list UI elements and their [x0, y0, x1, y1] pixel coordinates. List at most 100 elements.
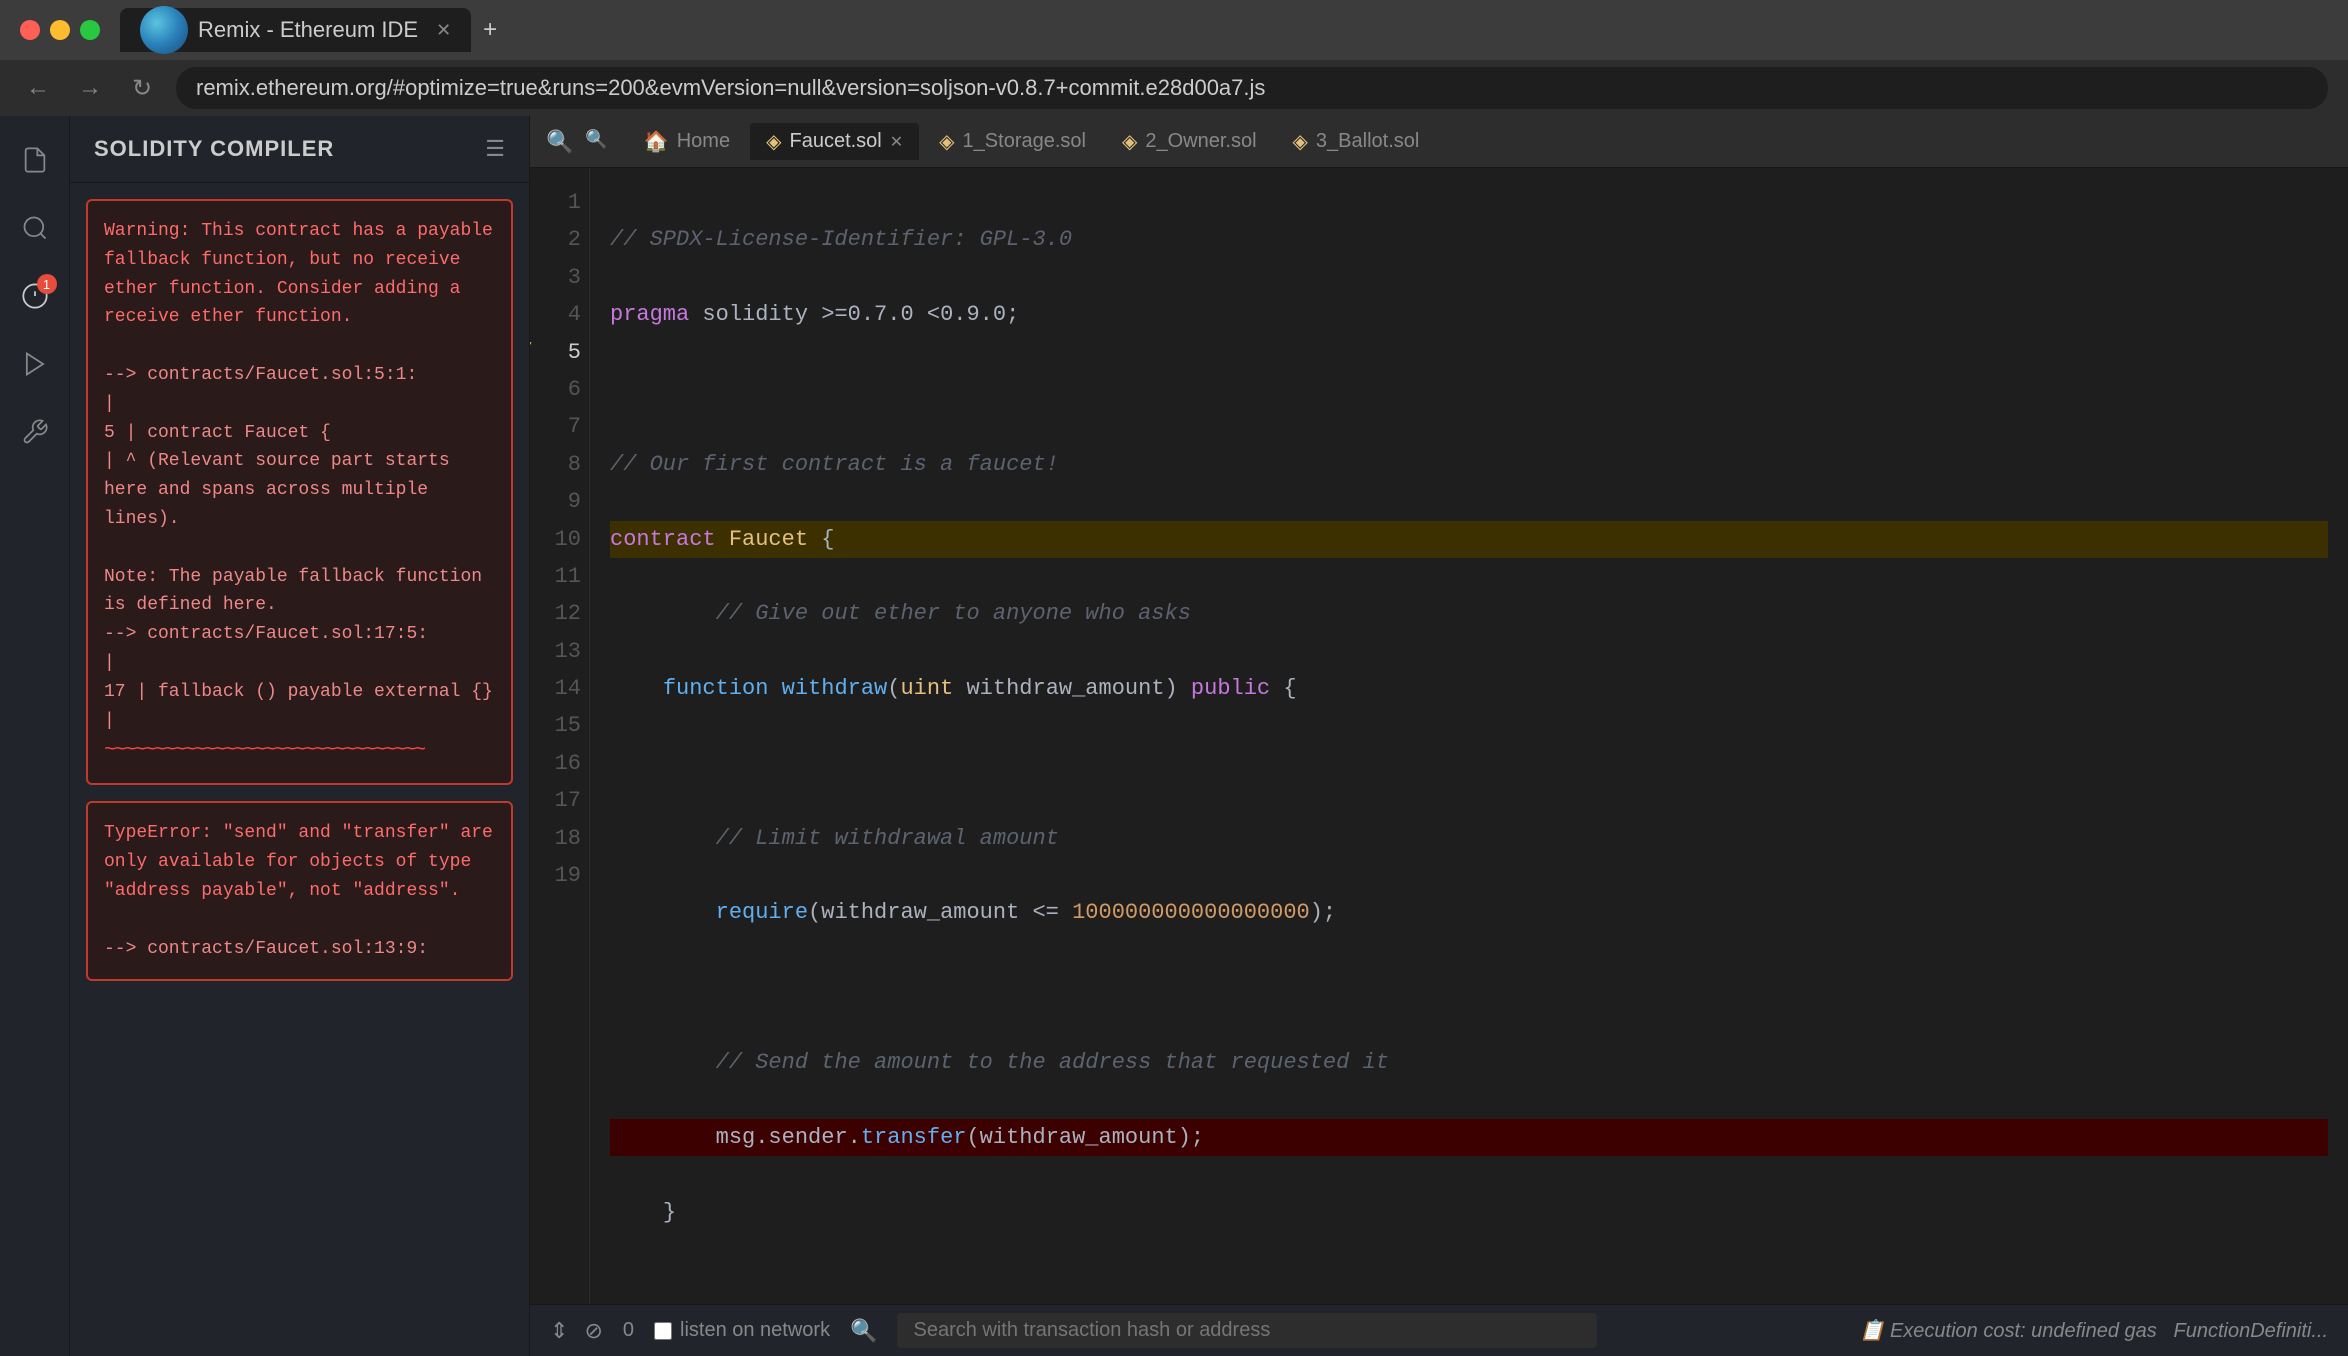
reload-button[interactable]: ↻ [124, 70, 160, 106]
sidebar-item-deploy[interactable] [11, 340, 59, 388]
editor-tab-icons: 🔍 🔍 [546, 129, 608, 155]
search-bottom-icon[interactable]: 🔍 [850, 1318, 877, 1344]
warning-note-pipe2: | [104, 711, 115, 731]
sidebar-item-search[interactable] [11, 204, 59, 252]
tab-home[interactable]: 🏠 Home [628, 123, 746, 160]
warning-location: --> contracts/Faucet.sol:5:1: [104, 365, 417, 385]
line-num-14: 14 [546, 670, 581, 707]
line-num-7: ▼7 [546, 408, 581, 445]
bottom-bar-icons: ⇕ ⊘ [550, 1318, 603, 1344]
execution-cost-text: Execution cost: undefined gas [1890, 1320, 2157, 1342]
line-num-2: 2 [546, 221, 581, 258]
line-num-8: 8 [546, 446, 581, 483]
counter-value: 0 [623, 1319, 634, 1342]
browser-tab-active[interactable]: Remix - Ethereum IDE ✕ [120, 8, 471, 52]
tab-faucet-label: Faucet.sol [789, 130, 881, 153]
line-num-9: 9 [546, 483, 581, 520]
sidebar-icons: 1 [0, 116, 70, 1356]
compiler-menu-icon[interactable]: ☰ [485, 136, 505, 162]
error-text: TypeError: "send" and "transfer" are onl… [104, 823, 493, 901]
browser-chrome: Remix - Ethereum IDE ✕ + ← → ↻ [0, 0, 2348, 116]
editor-tabs: 🔍 🔍 🏠 Home ◈ Faucet.sol ✕ ◈ 1_Storage.so… [530, 116, 2348, 168]
close-button[interactable] [20, 20, 40, 40]
sidebar-item-compiler[interactable]: 1 [11, 272, 59, 320]
code-line-14: } [610, 1194, 2328, 1231]
compiler-badge: 1 [37, 274, 57, 294]
tab-title: Remix - Ethereum IDE [198, 17, 418, 43]
transaction-search-input[interactable] [897, 1313, 1597, 1348]
tab-ballot[interactable]: ◈ 3_Ballot.sol [1277, 123, 1436, 160]
line-num-4: 4 [546, 296, 581, 333]
tab-faucet[interactable]: ◈ Faucet.sol ✕ [750, 123, 919, 160]
minimize-button[interactable] [50, 20, 70, 40]
browser-addressbar: ← → ↻ [0, 60, 2348, 116]
window-controls [20, 20, 100, 40]
compiler-header: SOLIDITY COMPILER ☰ [70, 116, 529, 183]
home-icon: 🏠 [644, 129, 669, 154]
line-num-18: 18 [546, 820, 581, 857]
warning-note-code: 17 | fallback () payable external {} [104, 682, 493, 702]
back-button[interactable]: ← [20, 70, 56, 106]
browser-titlebar: Remix - Ethereum IDE ✕ + [0, 0, 2348, 60]
code-line-4: // Our first contract is a faucet! [610, 446, 2328, 483]
compiler-panel: SOLIDITY COMPILER ☰ Warning: This contra… [70, 116, 530, 1356]
zoom-in-icon[interactable]: 🔍 [585, 129, 607, 155]
warning-note-location: --> contracts/Faucet.sol:17:5: [104, 624, 428, 644]
remix-logo-icon [140, 6, 188, 54]
error-message-box: TypeError: "send" and "transfer" are onl… [86, 801, 513, 981]
execution-cost: 📋 Execution cost: undefined gas Function… [1859, 1318, 2328, 1343]
warning-code-line: 5 | contract Faucet { [104, 423, 331, 443]
code-line-12: // Send the amount to the address that r… [610, 1044, 2328, 1081]
tab-owner-label: 2_Owner.sol [1145, 130, 1256, 153]
code-line-3 [610, 371, 2328, 408]
line-num-3: 3 [546, 259, 581, 296]
code-line-5: contract Faucet { [610, 521, 2328, 558]
maximize-button[interactable] [80, 20, 100, 40]
code-line-10: require(withdraw_amount <= 1000000000000… [610, 894, 2328, 931]
stop-icon[interactable]: ⊘ [584, 1318, 602, 1344]
tab-storage-label: 1_Storage.sol [963, 130, 1086, 153]
expand-icon[interactable]: ⇕ [550, 1318, 568, 1344]
code-content[interactable]: // SPDX-License-Identifier: GPL-3.0 prag… [590, 168, 2348, 1304]
listen-network-container: listen on network [654, 1319, 830, 1342]
line-num-15: 15 [546, 707, 581, 744]
function-definition-text: FunctionDefiniti... [2173, 1320, 2328, 1342]
compiler-messages: Warning: This contract has a payable fal… [70, 183, 529, 1356]
line-num-11: 11 [546, 558, 581, 595]
tab-storage[interactable]: ◈ 1_Storage.sol [923, 123, 1102, 160]
line-num-6: 6 [546, 371, 581, 408]
warning-note-pipe: | [104, 653, 115, 673]
squiggly-underline: ~~~~~~~~~~~~~~~~~~~~~~~~~~~~~~~~ [104, 739, 424, 762]
code-line-11 [610, 969, 2328, 1006]
listen-network-checkbox[interactable] [654, 1322, 672, 1340]
storage-file-icon: ◈ [939, 129, 954, 154]
warning-pipe: | [104, 394, 115, 414]
code-line-2: pragma solidity >=0.7.0 <0.9.0; [610, 296, 2328, 333]
line-num-12: 12 [546, 595, 581, 632]
warning-text: Warning: This contract has a payable fal… [104, 221, 493, 327]
tab-home-label: Home [677, 130, 730, 153]
zoom-out-icon[interactable]: 🔍 [546, 129, 573, 155]
sidebar-item-plugin[interactable] [11, 408, 59, 456]
tab-close-icon[interactable]: ✕ [436, 20, 451, 41]
code-line-7: function withdraw(uint withdraw_amount) … [610, 670, 2328, 707]
sidebar-item-files[interactable] [11, 136, 59, 184]
ballot-file-icon: ◈ [1293, 129, 1308, 154]
owner-file-icon: ◈ [1122, 129, 1137, 154]
line-numbers: 1 2 3 4 ▼5 6 ▼7 8 9 10 11 12 13 14 15 16 [530, 168, 590, 1304]
faucet-file-icon: ◈ [766, 129, 781, 154]
address-bar-input[interactable] [176, 67, 2328, 109]
tab-owner[interactable]: ◈ 2_Owner.sol [1106, 123, 1273, 160]
code-line-1: // SPDX-License-Identifier: GPL-3.0 [610, 221, 2328, 258]
tab-faucet-close-icon[interactable]: ✕ [890, 132, 903, 152]
browser-tabs: Remix - Ethereum IDE ✕ + [120, 8, 2328, 52]
tab-ballot-label: 3_Ballot.sol [1316, 130, 1419, 153]
app-container: 1 SOLIDITY COMPILER ☰ Warning: This cont… [0, 116, 2348, 1356]
code-line-9: // Limit withdrawal amount [610, 820, 2328, 857]
forward-button[interactable]: → [72, 70, 108, 106]
line-num-5: ▼5 [546, 334, 581, 371]
new-tab-button[interactable]: + [475, 8, 505, 52]
code-editor[interactable]: 1 2 3 4 ▼5 6 ▼7 8 9 10 11 12 13 14 15 16 [530, 168, 2348, 1304]
execution-cost-icon: 📋 [1859, 1320, 1884, 1342]
code-line-8 [610, 745, 2328, 782]
